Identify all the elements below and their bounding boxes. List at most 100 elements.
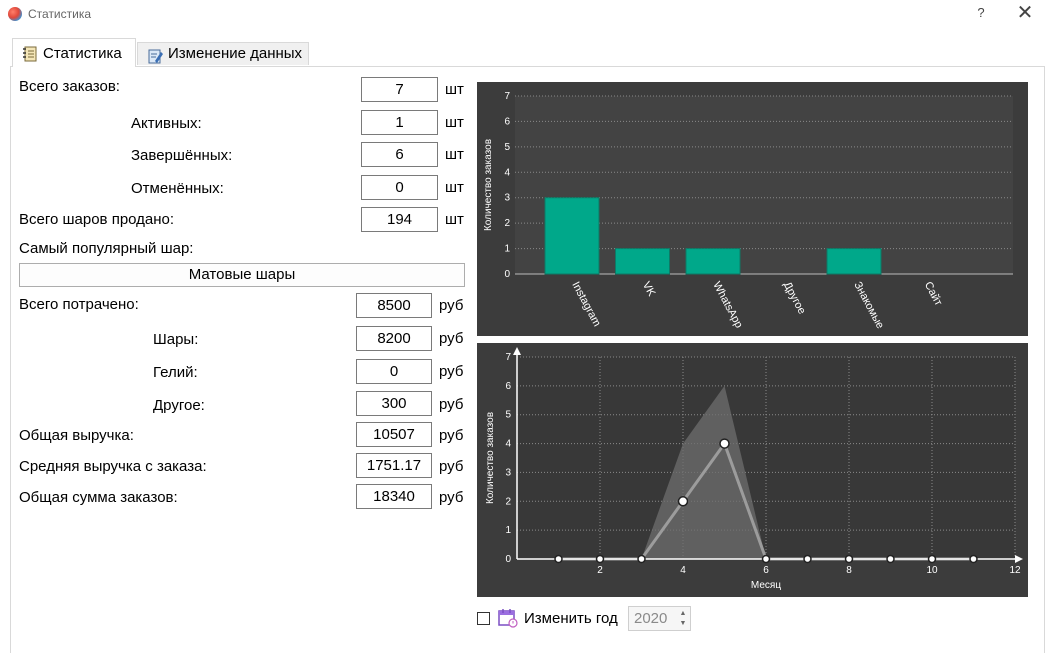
app-icon <box>8 7 22 21</box>
total-spent-field[interactable]: 8500 <box>356 293 432 318</box>
total-sum-unit: руб <box>439 489 464 506</box>
help-button[interactable]: ? <box>973 5 989 20</box>
x-tick-label: 4 <box>680 565 686 576</box>
data-point <box>637 554 646 564</box>
data-point <box>595 554 605 564</box>
tab-label: Изменение данных <box>168 45 303 62</box>
bar <box>544 197 600 275</box>
y-tick-label: 4 <box>505 439 511 450</box>
bar <box>685 248 741 275</box>
y-axis-label: Количество заказов <box>485 412 496 504</box>
total-revenue-field[interactable]: 10507 <box>356 422 432 447</box>
change-year-label: Изменить год <box>524 610 618 627</box>
spent-balloons-unit: руб <box>439 330 464 347</box>
spin-up-icon[interactable]: ▲ <box>679 610 687 618</box>
total-spent-label: Всего потрачено: <box>19 296 139 313</box>
total-sum-field[interactable]: 18340 <box>356 484 432 509</box>
total-orders-unit: шт <box>445 81 464 98</box>
data-point <box>554 554 563 564</box>
x-tick-label: Другое <box>781 280 808 316</box>
x-tick-label: 6 <box>763 565 769 576</box>
total-spent-unit: руб <box>439 297 464 314</box>
y-tick-label: 2 <box>505 496 511 507</box>
y-tick-label: 5 <box>504 142 510 153</box>
completed-orders-label: Завершённых: <box>131 147 233 164</box>
y-axis-label: Количество заказов <box>483 139 494 231</box>
y-tick-label: 3 <box>505 467 511 478</box>
bar <box>826 248 882 275</box>
spent-helium-unit: руб <box>439 363 464 380</box>
close-button[interactable]: ✕ <box>1015 2 1035 24</box>
x-axis-label: Месяц <box>751 580 781 591</box>
y-tick-label: 6 <box>504 116 510 127</box>
spent-other-field[interactable]: 300 <box>356 391 432 416</box>
y-tick-label: 3 <box>504 193 510 204</box>
balloons-sold-label: Всего шаров продано: <box>19 211 175 228</box>
active-orders-label: Активных: <box>131 115 202 132</box>
avg-revenue-field[interactable]: 1751.17 <box>356 453 432 478</box>
tab-bar: Статистика Изменение данных <box>0 38 1050 67</box>
completed-orders-unit: шт <box>445 146 464 163</box>
data-point <box>886 554 895 564</box>
source-bar-chart: 0 1 2 3 4 5 6 7 Instagram VK WhatsApp Другое Знакомы… <box>477 82 1028 336</box>
total-sum-label: Общая сумма заказов: <box>19 489 178 506</box>
y-tick-label: 1 <box>504 244 510 255</box>
bar-chart-svg: 0 1 2 3 4 5 6 7 Instagram VK WhatsApp Другое Знакомы… <box>483 91 1013 331</box>
change-year-checkbox[interactable] <box>477 612 490 625</box>
x-axis-arrow-icon <box>1015 555 1023 563</box>
active-orders-field[interactable]: 1 <box>361 110 438 135</box>
y-tick-label: 4 <box>504 167 510 178</box>
y-axis-arrow-icon <box>513 347 521 355</box>
completed-orders-field[interactable]: 6 <box>361 142 438 167</box>
notebook-icon <box>23 46 37 62</box>
spent-helium-label: Гелий: <box>153 364 198 381</box>
data-point <box>677 496 689 507</box>
total-orders-field[interactable]: 7 <box>361 77 438 102</box>
y-tick-label: 2 <box>504 218 510 229</box>
year-spinbox[interactable]: 2020 ▲ ▼ <box>628 606 691 631</box>
x-tick-label: 10 <box>926 565 938 576</box>
total-revenue-unit: руб <box>439 427 464 444</box>
popular-balloon-field[interactable]: Матовые шары <box>19 263 465 287</box>
y-tick-label: 7 <box>505 352 511 363</box>
avg-revenue-unit: руб <box>439 458 464 475</box>
spent-other-unit: руб <box>439 396 464 413</box>
line-chart-svg: 012345672 4 6 8 10 12МесяцКоличество заказов <box>485 347 1023 591</box>
window-title: Статистика <box>28 7 92 21</box>
y-tick-label: 0 <box>504 269 510 280</box>
tab-statistics[interactable]: Статистика <box>12 38 136 67</box>
x-tick-label: Instagram <box>569 280 603 329</box>
x-tick-label: 2 <box>597 565 603 576</box>
calendar-icon <box>498 609 518 628</box>
total-revenue-label: Общая выручка: <box>19 427 134 444</box>
data-point <box>844 554 854 564</box>
x-tick-label: Знакомые <box>851 280 886 331</box>
spent-balloons-label: Шары: <box>153 331 199 348</box>
spent-other-label: Другое: <box>153 397 205 414</box>
spent-helium-field[interactable]: 0 <box>356 359 432 384</box>
edit-document-icon <box>148 49 163 64</box>
balloons-sold-unit: шт <box>445 211 464 228</box>
y-tick-label: 6 <box>505 381 511 392</box>
balloons-sold-field[interactable]: 194 <box>361 207 438 232</box>
data-point <box>969 554 978 564</box>
year-value: 2020 <box>634 610 668 627</box>
cancelled-orders-unit: шт <box>445 179 464 196</box>
spin-down-icon[interactable]: ▼ <box>679 620 687 628</box>
tab-edit-data[interactable]: Изменение данных <box>137 42 309 65</box>
y-tick-label: 0 <box>505 554 511 565</box>
cancelled-orders-field[interactable]: 0 <box>361 175 438 200</box>
avg-revenue-label: Средняя выручка с заказа: <box>19 458 207 475</box>
cancelled-orders-label: Отменённых: <box>131 180 224 197</box>
title-bar: Статистика ? ✕ <box>0 0 1050 30</box>
bar <box>615 248 670 275</box>
spent-balloons-field[interactable]: 8200 <box>356 326 432 351</box>
x-tick-label: 12 <box>1009 565 1021 576</box>
x-tick-label: WhatsApp <box>710 280 744 330</box>
x-tick-label: 8 <box>846 565 852 576</box>
monthly-line-chart: 0 1 2 3 4 5 6 7 2 4 6 8 10 12 Месяц Количество заказов <box>477 343 1028 597</box>
data-point <box>927 554 937 564</box>
tab-label: Статистика <box>43 45 122 62</box>
data-point <box>761 554 771 564</box>
popular-balloon-label: Самый популярный шар: <box>19 240 194 257</box>
